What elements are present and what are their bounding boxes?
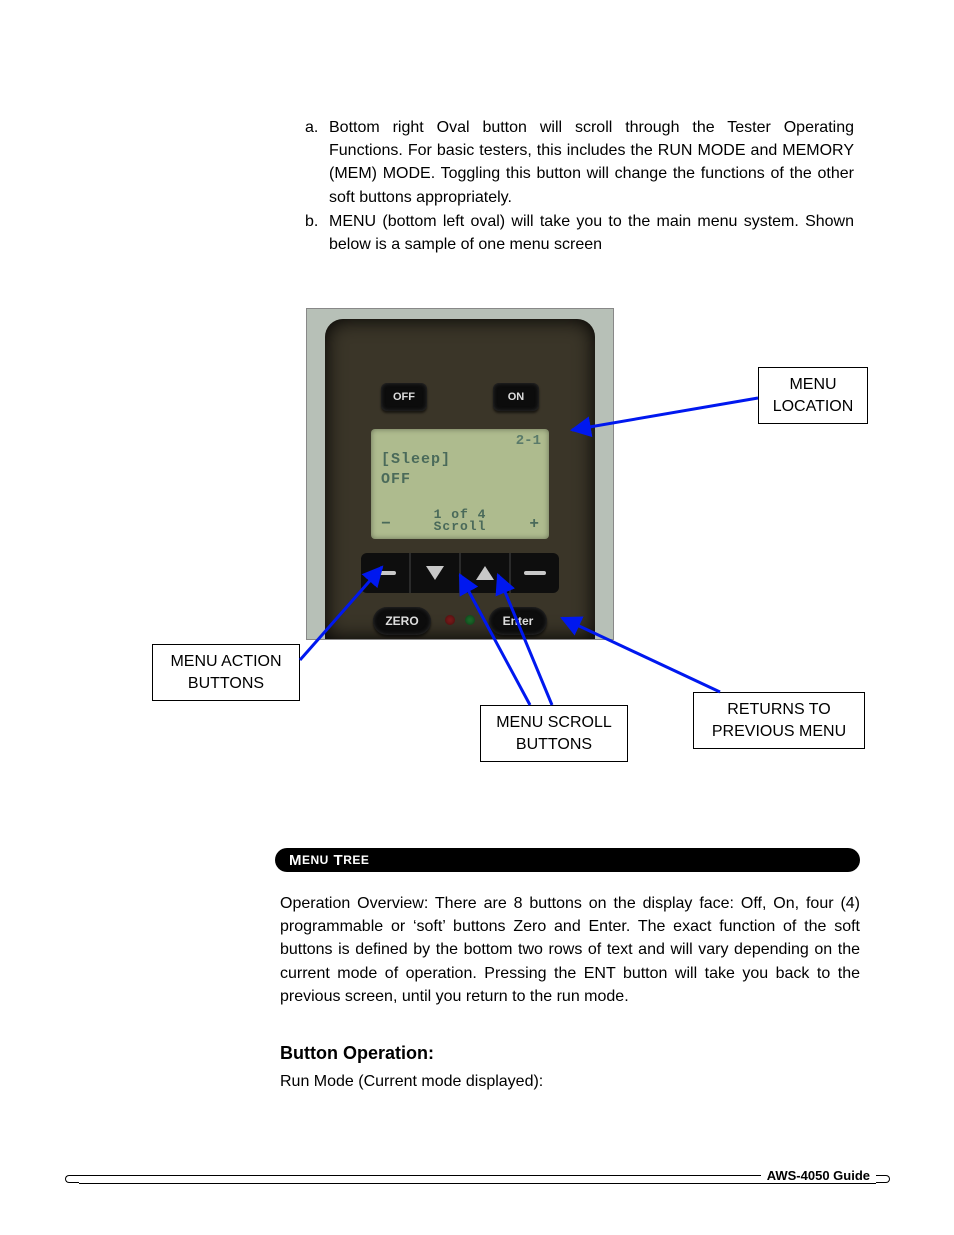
callout-menu-scroll: MENU SCROLL BUTTONS: [480, 705, 628, 762]
dash-icon: [374, 571, 396, 575]
lcd-menu-location: 2-1: [516, 433, 541, 449]
callout-menu-action: MENU ACTION BUTTONS: [152, 644, 300, 701]
soft-button-3-up[interactable]: [461, 553, 511, 593]
list-item-a: a.Bottom right Oval button will scroll t…: [305, 116, 860, 209]
device-photo: OFF ON 2-1 [Sleep] OFF 1 of 4 Scroll − +…: [306, 308, 614, 640]
menu-tree-ree: REE: [343, 853, 369, 867]
zero-button[interactable]: ZERO: [373, 607, 431, 635]
menu-tree-enu: ENU: [302, 853, 329, 867]
triangle-down-icon: [426, 566, 444, 580]
soft-button-2-down[interactable]: [411, 553, 461, 593]
menu-tree-M: M: [289, 852, 302, 869]
dash-icon: [524, 571, 546, 575]
menu-tree-T: T: [329, 852, 343, 869]
soft-button-1[interactable]: [361, 553, 411, 593]
list-marker-a: a.: [305, 116, 329, 139]
lcd-screen: 2-1 [Sleep] OFF 1 of 4 Scroll − +: [371, 429, 549, 539]
soft-button-4[interactable]: [511, 553, 559, 593]
list-marker-b: b.: [305, 210, 329, 233]
enter-button[interactable]: Enter: [489, 607, 547, 635]
led-green-icon: [465, 615, 475, 625]
triangle-up-icon: [476, 566, 494, 580]
heading-menu-tree: MENU TREE: [275, 848, 860, 872]
lcd-line-2: OFF: [381, 471, 411, 488]
list-text-b: MENU (bottom left oval) will take you to…: [329, 210, 854, 256]
lcd-minus: −: [381, 515, 391, 533]
heading-button-operation: Button Operation:: [280, 1043, 434, 1064]
on-button[interactable]: ON: [493, 383, 539, 411]
lcd-plus: +: [529, 515, 539, 533]
paragraph-operation-overview: Operation Overview: There are 8 buttons …: [280, 892, 860, 1008]
soft-button-row: [361, 553, 559, 593]
callout-returns: RETURNS TO PREVIOUS MENU: [693, 692, 865, 749]
off-button[interactable]: OFF: [381, 383, 427, 411]
callout-menu-location: MENU LOCATION: [758, 367, 868, 424]
lcd-center-2: Scroll: [371, 519, 549, 534]
lcd-line-1: [Sleep]: [381, 451, 451, 468]
paragraph-run-mode: Run Mode (Current mode displayed):: [280, 1070, 860, 1093]
list-item-b: b.MENU (bottom left oval) will take you …: [305, 210, 860, 256]
footer-guide-label: AWS-4050 Guide: [761, 1168, 876, 1183]
led-red-icon: [445, 615, 455, 625]
list-text-a: Bottom right Oval button will scroll thr…: [329, 116, 854, 209]
device-body: OFF ON 2-1 [Sleep] OFF 1 of 4 Scroll − +…: [325, 319, 595, 639]
